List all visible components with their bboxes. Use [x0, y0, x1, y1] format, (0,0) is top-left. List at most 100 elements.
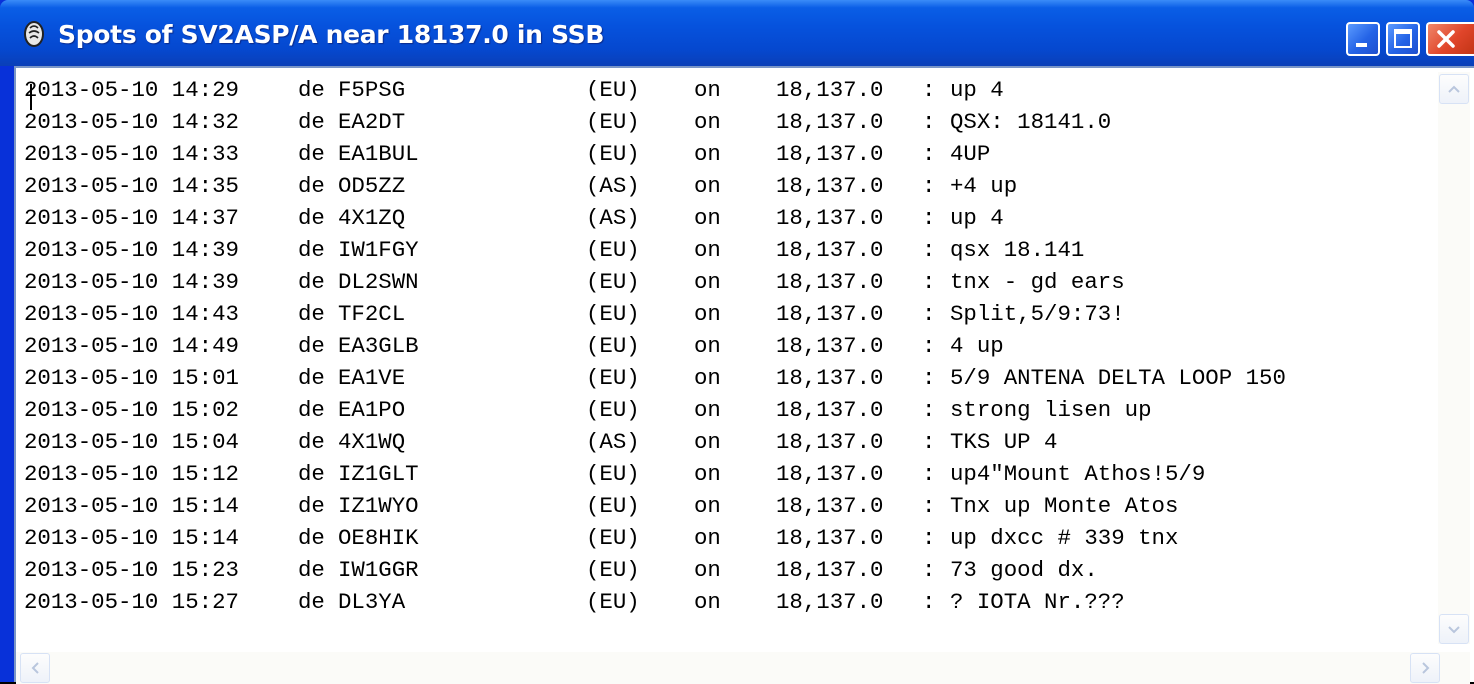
spot-on: on	[694, 301, 721, 327]
spot-row[interactable]: 2013-05-10 14:33 de EA1BUL (EU) on 18,137.0:4…	[24, 138, 1434, 170]
spot-on: on	[694, 173, 721, 199]
spot-callsign: DL3YA	[338, 589, 406, 615]
spot-continent: (AS)	[586, 173, 640, 199]
spot-separator: :	[922, 141, 936, 167]
scroll-down-button[interactable]	[1439, 614, 1469, 644]
maximize-icon	[1394, 29, 1412, 48]
spot-continent: (EU)	[586, 77, 640, 103]
spot-row[interactable]: 2013-05-10 14:39 de IW1FGY (EU) on 18,137.0: q…	[24, 234, 1434, 266]
horizontal-scrollbar[interactable]	[16, 652, 1470, 684]
spot-row[interactable]: 2013-05-10 15:23 de IW1GGR (EU) on 18,137.0:7…	[24, 554, 1434, 586]
spot-callsign: EA3GLB	[338, 333, 419, 359]
spot-callsign: DL2SWN	[338, 269, 419, 295]
spot-row[interactable]: 2013-05-10 14:37 de 4X1ZQ (AS) on 18,137.0: up…	[24, 202, 1434, 234]
spot-row[interactable]: 2013-05-10 14:49 de EA3GLB (EU) on 18,137.0:4…	[24, 330, 1434, 362]
spot-de: de	[298, 269, 325, 295]
spot-comment: ? IOTA Nr.???	[950, 589, 1125, 615]
spot-frequency: 18,137.0	[776, 269, 884, 295]
spot-datetime: 2013-05-10 14:43	[24, 301, 239, 327]
spot-row[interactable]: 2013-05-10 15:27 de DL3YA (EU) on 18,137.0: ? …	[24, 586, 1434, 618]
spot-on: on	[694, 205, 721, 231]
spot-comment: Split,5/9:73!	[950, 301, 1125, 327]
spot-callsign: TF2CL	[338, 301, 406, 327]
maximize-button[interactable]	[1386, 22, 1420, 56]
spot-row[interactable]: 2013-05-10 15:04 de 4X1WQ (AS) on 18,137.0: TK…	[24, 426, 1434, 458]
spot-datetime: 2013-05-10 14:39	[24, 269, 239, 295]
scroll-left-button[interactable]	[20, 653, 50, 683]
spot-row[interactable]: 2013-05-10 15:12 de IZ1GLT (EU) on 18,137.0: u…	[24, 458, 1434, 490]
spot-list-pane[interactable]: 2013-05-10 14:29 de F5PSG (EU) on 18,137.0: up…	[14, 66, 1474, 684]
spot-comment: tnx - gd ears	[950, 269, 1125, 295]
spot-frequency: 18,137.0	[776, 493, 884, 519]
radio-cluster-icon[interactable]	[22, 20, 46, 48]
spot-frequency: 18,137.0	[776, 589, 884, 615]
spot-separator: :	[922, 173, 936, 199]
spot-separator: :	[922, 493, 936, 519]
spot-datetime: 2013-05-10 15:02	[24, 397, 239, 423]
spot-de: de	[298, 461, 325, 487]
spot-callsign: EA1PO	[338, 397, 406, 423]
minimize-button[interactable]	[1346, 22, 1380, 56]
scroll-right-button[interactable]	[1410, 653, 1440, 683]
scroll-right-icon	[1422, 662, 1430, 674]
spot-comment: 5/9 ANTENA DELTA LOOP 150	[950, 365, 1286, 391]
spot-de: de	[298, 365, 325, 391]
spot-comment: up 4	[950, 205, 1004, 231]
spot-on: on	[694, 333, 721, 359]
spot-continent: (EU)	[586, 333, 640, 359]
spot-de: de	[298, 525, 325, 551]
vertical-scrollbar[interactable]	[1438, 72, 1470, 644]
spot-continent: (EU)	[586, 237, 640, 263]
spot-frequency: 18,137.0	[776, 365, 884, 391]
spot-continent: (EU)	[586, 109, 640, 135]
spot-row[interactable]: 2013-05-10 14:43 de TF2CL (EU) on 18,137.0: Sp…	[24, 298, 1434, 330]
scroll-down-icon	[1448, 626, 1460, 634]
spot-list[interactable]: 2013-05-10 14:29 de F5PSG (EU) on 18,137.0: up…	[24, 74, 1434, 634]
spot-frequency: 18,137.0	[776, 525, 884, 551]
spot-on: on	[694, 557, 721, 583]
spot-row[interactable]: 2013-05-10 14:29 de F5PSG (EU) on 18,137.0: up…	[24, 74, 1434, 106]
spots-window: Spots of SV2ASP/A near 18137.0 in SSB 20…	[0, 0, 1474, 684]
spot-separator: :	[922, 429, 936, 455]
spot-separator: :	[922, 301, 936, 327]
spot-frequency: 18,137.0	[776, 333, 884, 359]
spot-row[interactable]: 2013-05-10 15:14 de OE8HIK (EU) on 18,137.0: u…	[24, 522, 1434, 554]
spot-datetime: 2013-05-10 15:01	[24, 365, 239, 391]
spot-row[interactable]: 2013-05-10 14:35 de OD5ZZ (AS) on 18,137.0: +4…	[24, 170, 1434, 202]
spot-on: on	[694, 589, 721, 615]
spot-de: de	[298, 333, 325, 359]
scroll-up-button[interactable]	[1439, 74, 1469, 104]
spot-frequency: 18,137.0	[776, 461, 884, 487]
spot-continent: (EU)	[586, 493, 640, 519]
spot-datetime: 2013-05-10 14:49	[24, 333, 239, 359]
spot-de: de	[298, 237, 325, 263]
spot-de: de	[298, 109, 325, 135]
spot-callsign: IZ1GLT	[338, 461, 419, 487]
spot-comment: TKS UP 4	[950, 429, 1058, 455]
spot-on: on	[694, 397, 721, 423]
spot-on: on	[694, 525, 721, 551]
spot-comment: QSX: 18141.0	[950, 109, 1112, 135]
spot-row[interactable]: 2013-05-10 15:02 de EA1PO (EU) on 18,137.0: st…	[24, 394, 1434, 426]
spot-frequency: 18,137.0	[776, 301, 884, 327]
spot-comment: 73 good dx.	[950, 557, 1098, 583]
spot-row[interactable]: 2013-05-10 14:32 de EA2DT (EU) on 18,137.0: QS…	[24, 106, 1434, 138]
spot-comment: Tnx up Monte Atos	[950, 493, 1179, 519]
spot-row[interactable]: 2013-05-10 15:14 de IZ1WYO (EU) on 18,137.0: T…	[24, 490, 1434, 522]
close-button[interactable]	[1426, 22, 1474, 56]
spot-on: on	[694, 461, 721, 487]
spot-on: on	[694, 77, 721, 103]
spot-continent: (EU)	[586, 269, 640, 295]
spot-datetime: 2013-05-10 14:37	[24, 205, 239, 231]
spot-frequency: 18,137.0	[776, 557, 884, 583]
spot-row[interactable]: 2013-05-10 15:01 de EA1VE (EU) on 18,137.0:5/…	[24, 362, 1434, 394]
spot-continent: (AS)	[586, 429, 640, 455]
spot-on: on	[694, 141, 721, 167]
spot-de: de	[298, 589, 325, 615]
spot-row[interactable]: 2013-05-10 14:39 de DL2SWN (EU) on 18,137.0: t…	[24, 266, 1434, 298]
spot-comment: +4 up	[950, 173, 1018, 199]
title-bar[interactable]: Spots of SV2ASP/A near 18137.0 in SSB	[0, 0, 1474, 66]
spot-separator: :	[922, 525, 936, 551]
spot-datetime: 2013-05-10 15:14	[24, 493, 239, 519]
spot-de: de	[298, 141, 325, 167]
